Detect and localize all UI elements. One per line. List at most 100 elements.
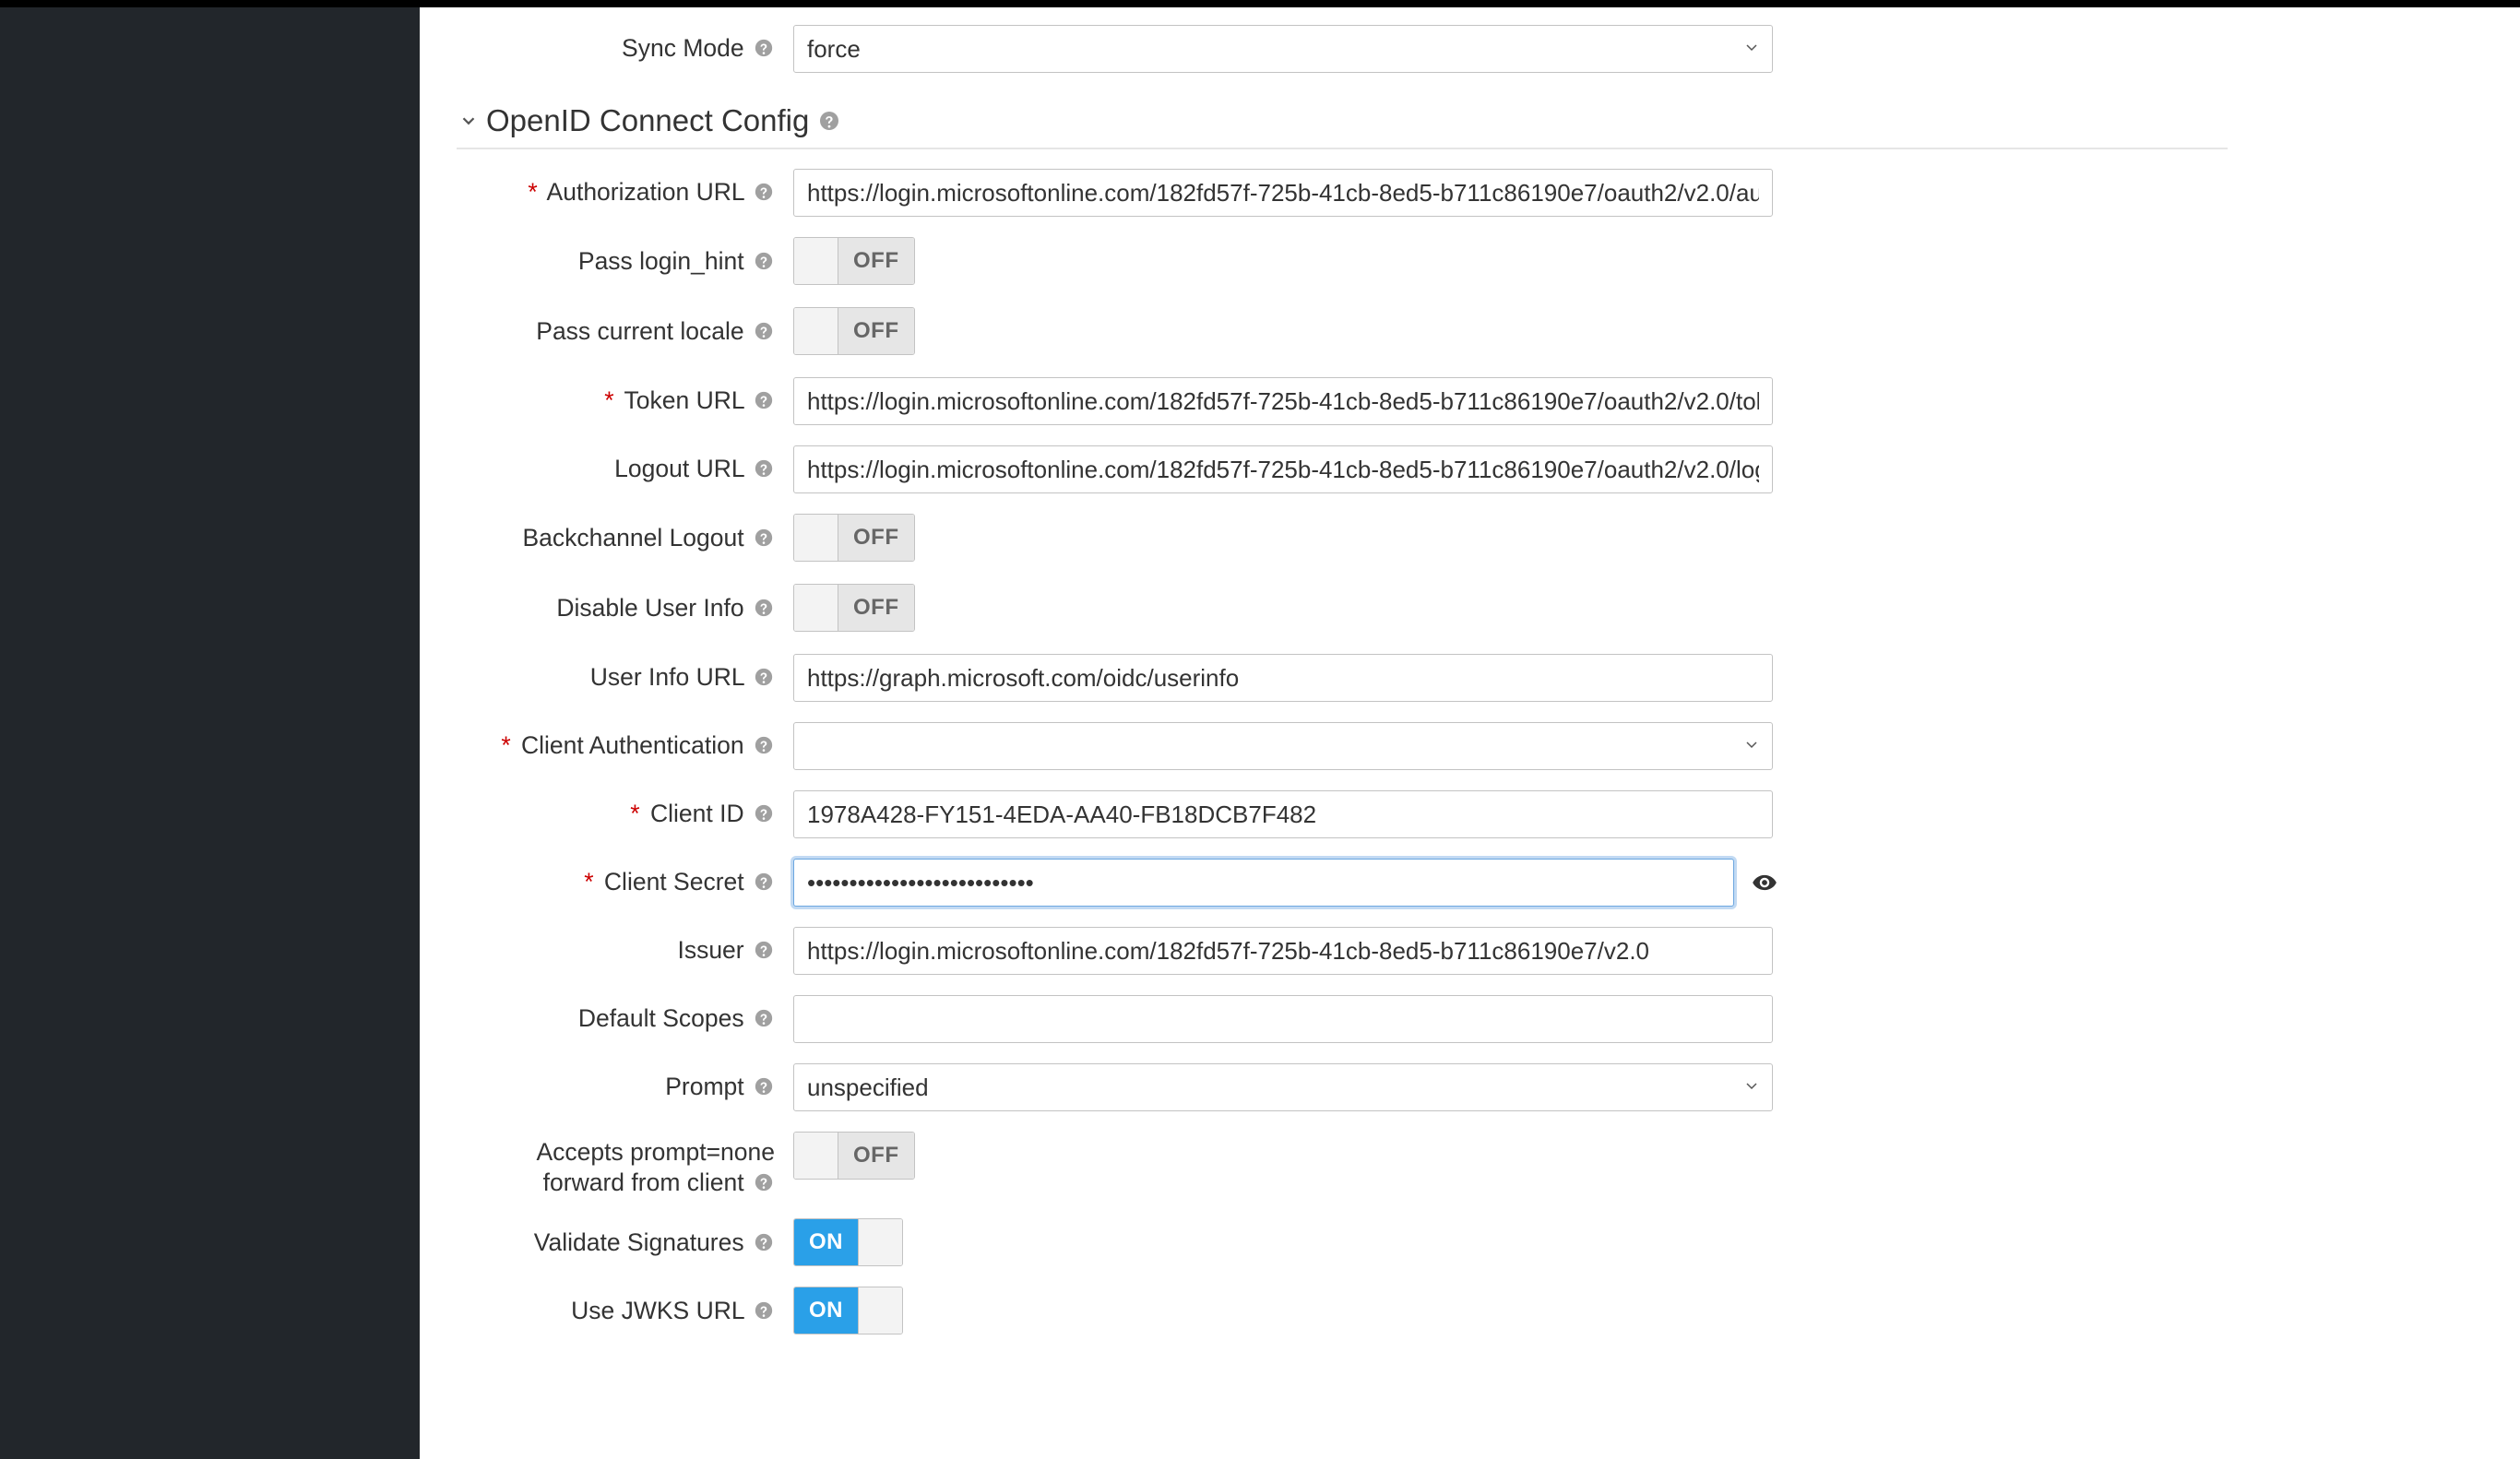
label-authorization-url: * Authorization URL [457,177,793,208]
row-token-url: * Token URL [457,367,2517,435]
row-validate-signatures: Validate Signatures ON [457,1208,2517,1276]
pass-login-hint-toggle[interactable]: OFF [793,237,915,285]
help-icon[interactable] [753,457,775,480]
chevron-down-icon [1742,732,1761,761]
disable-user-info-toggle[interactable]: OFF [793,584,915,632]
help-icon[interactable] [753,871,775,893]
chevron-down-icon [457,109,481,133]
label-text: Client Authentication [521,731,744,759]
client-secret-wrap [793,859,1784,907]
toggle-state: OFF [838,308,914,354]
required-marker: * [528,178,537,206]
section-title: OpenID Connect Config [486,103,809,138]
help-icon[interactable] [753,734,775,756]
toggle-state: OFF [838,1133,914,1179]
user-info-url-input[interactable] [793,654,1773,702]
logout-url-input[interactable] [793,445,1773,493]
row-backchannel-logout: Backchannel Logout OFF [457,504,2517,574]
label-user-info-url: User Info URL [457,662,793,693]
help-icon[interactable] [753,1007,775,1029]
label-text: Pass login_hint [578,247,744,275]
label-text: Client ID [650,800,744,827]
client-id-input[interactable] [793,790,1773,838]
label-use-jwks-url: Use JWKS URL [457,1296,793,1326]
help-icon[interactable] [753,320,775,342]
label-text: Issuer [677,936,743,964]
row-authorization-url: * Authorization URL [457,159,2517,227]
label-logout-url: Logout URL [457,454,793,484]
backchannel-logout-toggle[interactable]: OFF [793,514,915,562]
label-client-secret: * Client Secret [457,867,793,897]
label-text: Token URL [624,386,744,414]
required-marker: * [604,386,613,414]
chevron-down-icon [1742,35,1761,64]
toggle-state: OFF [838,585,914,631]
label-text: Disable User Info [556,594,743,622]
sync-mode-select[interactable]: force [793,25,1773,73]
toggle-knob [794,1133,838,1179]
row-issuer: Issuer [457,917,2517,985]
label-text: Accepts prompt=none forward from client [536,1138,775,1196]
window-topbar [0,0,2520,7]
client-authentication-select[interactable] [793,722,1773,770]
validate-signatures-toggle[interactable]: ON [793,1218,903,1266]
toggle-knob [794,238,838,284]
help-icon[interactable] [753,597,775,619]
reveal-password-button[interactable] [1745,859,1784,907]
label-token-url: * Token URL [457,386,793,416]
chevron-down-icon [1742,1073,1761,1102]
label-text: Client Secret [604,868,744,896]
toggle-knob [794,515,838,561]
toggle-state: OFF [838,238,914,284]
label-text: User Info URL [590,663,744,691]
prompt-select[interactable]: unspecified [793,1063,1773,1111]
row-client-authentication: * Client Authentication [457,712,2517,780]
label-default-scopes: Default Scopes [457,1003,793,1034]
toggle-knob [858,1287,902,1334]
label-prompt: Prompt [457,1072,793,1102]
use-jwks-url-toggle[interactable]: ON [793,1287,903,1334]
sync-mode-select-value: force [807,35,1733,64]
help-icon[interactable] [753,666,775,688]
help-icon[interactable] [818,110,840,132]
help-icon[interactable] [753,181,775,203]
help-icon[interactable] [753,389,775,411]
client-secret-input[interactable] [793,859,1734,907]
issuer-input[interactable] [793,927,1773,975]
authorization-url-input[interactable] [793,169,1773,217]
help-icon[interactable] [753,250,775,272]
help-icon[interactable] [753,1231,775,1253]
label-disable-user-info: Disable User Info [457,593,793,623]
label-sync-mode: Sync Mode [457,33,793,64]
sidebar [0,7,420,1459]
row-client-id: * Client ID [457,780,2517,848]
row-pass-current-locale: Pass current locale OFF [457,297,2517,367]
label-issuer: Issuer [457,935,793,966]
help-icon[interactable] [753,802,775,824]
help-icon[interactable] [753,1075,775,1097]
required-marker: * [630,800,639,827]
required-marker: * [584,868,593,896]
help-icon[interactable] [753,1299,775,1322]
help-icon[interactable] [753,939,775,961]
help-icon[interactable] [753,527,775,549]
token-url-input[interactable] [793,377,1773,425]
help-icon[interactable] [753,1171,775,1193]
toggle-knob [794,585,838,631]
label-text: Logout URL [614,455,743,482]
default-scopes-input[interactable] [793,995,1773,1043]
row-client-secret: * Client Secret [457,848,2517,917]
label-text: Authorization URL [547,178,744,206]
prompt-select-value: unspecified [807,1073,1733,1102]
row-user-info-url: User Info URL [457,644,2517,712]
label-validate-signatures: Validate Signatures [457,1228,793,1258]
help-icon[interactable] [753,37,775,59]
row-sync-mode: Sync Mode force [457,15,2517,83]
accepts-prompt-none-toggle[interactable]: OFF [793,1132,915,1180]
label-text: Prompt [665,1073,743,1100]
row-use-jwks-url: Use JWKS URL ON [457,1276,2517,1345]
section-openid-connect-config[interactable]: OpenID Connect Config [457,103,2228,149]
pass-current-locale-toggle[interactable]: OFF [793,307,915,355]
form-area: Sync Mode force [420,15,2517,1345]
label-accepts-prompt-none: Accepts prompt=none forward from client [457,1132,793,1198]
